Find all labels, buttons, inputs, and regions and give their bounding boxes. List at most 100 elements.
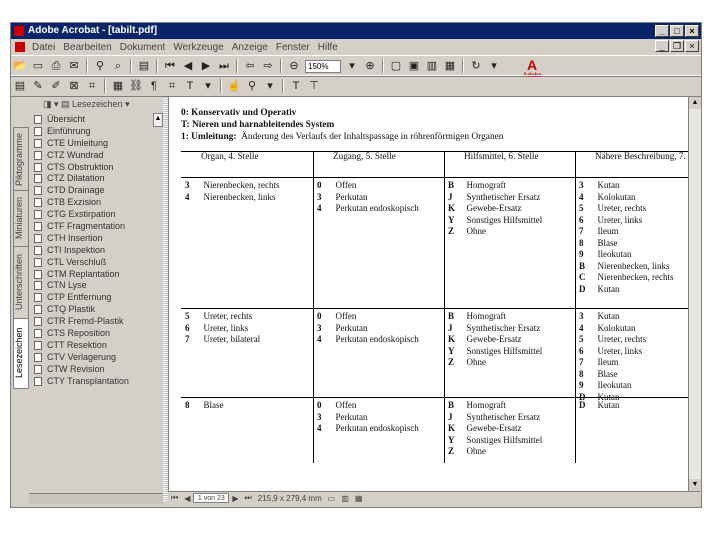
menu-bearbeiten[interactable]: Bearbeiten: [59, 42, 115, 53]
bookmark-item[interactable]: CTL Verschluß: [31, 256, 161, 268]
next-page-icon[interactable]: ▶: [199, 59, 213, 73]
bookmark-tools-icon[interactable]: ◨ ▾ ▤: [43, 99, 72, 109]
page-first-icon[interactable]: ⏮: [168, 493, 181, 503]
first-page-icon[interactable]: ⏮: [163, 59, 177, 73]
bookmark-item[interactable]: CTQ Plastik: [31, 303, 161, 315]
actual-size-icon[interactable]: ▢: [389, 59, 403, 73]
movie-icon[interactable]: ⌗: [165, 79, 179, 93]
tab-lesezeichen[interactable]: Lesezeichen: [13, 317, 29, 389]
pencil-icon[interactable]: ✎: [31, 79, 45, 93]
bookmark-item[interactable]: CTB Exzision: [31, 196, 161, 208]
show-hide-nav-icon[interactable]: ▤: [137, 59, 151, 73]
article-icon[interactable]: ¶: [147, 79, 161, 93]
bookmark-item[interactable]: CTP Entfernung: [31, 291, 161, 303]
menu-fenster[interactable]: Fenster: [272, 42, 314, 53]
tab-miniaturen[interactable]: Miniaturen: [13, 189, 29, 247]
last-page-icon[interactable]: ⏭: [217, 59, 231, 73]
table-entry: B Nierenbecken, links: [579, 261, 673, 273]
bookmark-item[interactable]: CTW Revision: [31, 363, 161, 375]
menu-anzeige[interactable]: Anzeige: [228, 42, 272, 53]
page-prev-icon[interactable]: ◀: [181, 494, 193, 503]
tab-piktogramme[interactable]: Piktogramme: [13, 127, 29, 191]
hand-tool-icon[interactable]: ☝: [227, 79, 241, 93]
close-button[interactable]: ×: [685, 25, 699, 37]
annotation-icon[interactable]: ▤: [13, 79, 27, 93]
facing-icon[interactable]: ▦: [352, 494, 366, 503]
bookmark-item[interactable]: CTZ Wundrad: [31, 149, 161, 161]
menu-dokument[interactable]: Dokument: [116, 42, 170, 53]
rotate-icon[interactable]: ↻: [469, 59, 483, 73]
document-icon[interactable]: [15, 42, 25, 52]
bookmark-item[interactable]: Übersicht: [31, 113, 161, 125]
zoom-in-icon[interactable]: ⊕: [363, 59, 377, 73]
find-icon[interactable]: ⌕: [111, 59, 125, 73]
maximize-button[interactable]: □: [670, 25, 684, 37]
bookmark-item[interactable]: CTD Drainage: [31, 184, 161, 196]
menu-datei[interactable]: Datei: [28, 42, 59, 53]
menu-werkzeuge[interactable]: Werkzeuge: [169, 42, 227, 53]
bookmark-item[interactable]: CTH Insertion: [31, 232, 161, 244]
go-forward-icon[interactable]: ⇨: [261, 59, 275, 73]
bookmark-item[interactable]: CTN Lyse: [31, 279, 161, 291]
entry-text: Ohne: [462, 226, 487, 236]
text-dropdown-icon[interactable]: ▾: [201, 79, 215, 93]
page-next-icon[interactable]: ▶: [229, 494, 241, 503]
print-icon[interactable]: ⎙: [49, 59, 63, 73]
markup-icon[interactable]: ⊠: [67, 79, 81, 93]
bookmark-item[interactable]: CTS Reposition: [31, 327, 161, 339]
bookmark-item[interactable]: CTF Fragmentation: [31, 220, 161, 232]
bookmark-item[interactable]: CTV Verlagerung: [31, 351, 161, 363]
open-icon[interactable]: 📂: [13, 59, 27, 73]
go-back-icon[interactable]: ⇦: [243, 59, 257, 73]
fit-visible-icon[interactable]: ▦: [443, 59, 457, 73]
bookmark-item[interactable]: CTI Inspektion: [31, 244, 161, 256]
doc-minimize-button[interactable]: _: [655, 40, 669, 52]
crop-icon[interactable]: ⌗: [85, 79, 99, 93]
entry-code: 3: [185, 180, 190, 190]
save-icon[interactable]: ▭: [31, 59, 45, 73]
document-vertical-scrollbar[interactable]: ▲ ▼: [688, 97, 701, 491]
prev-page-icon[interactable]: ◀: [181, 59, 195, 73]
link-icon[interactable]: ⛓: [129, 79, 143, 93]
zoom-out-icon[interactable]: ⊖: [287, 59, 301, 73]
bookmark-item[interactable]: CTZ Dilatation: [31, 172, 161, 184]
zoom-tool-dropdown-icon[interactable]: ▾: [263, 79, 277, 93]
bookmarks-header[interactable]: ◨ ▾ ▤ Lesezeichen ▾: [29, 97, 163, 111]
zoom-tool-icon[interactable]: ⚲: [245, 79, 259, 93]
bookmark-scroll-up[interactable]: ▲: [153, 113, 163, 127]
form-icon[interactable]: ▦: [111, 79, 125, 93]
zoom-dropdown-icon[interactable]: ▾: [345, 59, 359, 73]
bookmarks-menu-label[interactable]: Lesezeichen: [72, 99, 123, 109]
bookmark-item[interactable]: CTE Umleitung: [31, 137, 161, 149]
fit-width-icon[interactable]: ▥: [425, 59, 439, 73]
bookmark-item[interactable]: CTG Exstirpation: [31, 208, 161, 220]
text-select-icon[interactable]: T: [183, 79, 197, 93]
email-icon[interactable]: ✉: [67, 59, 81, 73]
single-page-icon[interactable]: ▭: [325, 494, 339, 503]
bookmark-item[interactable]: CTT Resektion: [31, 339, 161, 351]
bookmark-item[interactable]: Einführung: [31, 125, 161, 137]
bookmark-item[interactable]: CTY Transplantation: [31, 375, 161, 387]
search-icon[interactable]: ⚲: [93, 59, 107, 73]
bookmark-item[interactable]: CTR Fremd-Plastik: [31, 315, 161, 327]
menu-hilfe[interactable]: Hilfe: [314, 42, 342, 53]
scroll-up-arrow[interactable]: ▲: [689, 97, 701, 109]
zoom-field[interactable]: 150%: [305, 59, 341, 73]
doc-restore-button[interactable]: ❐: [670, 40, 684, 52]
page-number-field[interactable]: 1 von 23: [193, 493, 230, 503]
continuous-icon[interactable]: ▥: [338, 494, 352, 503]
tab-unterschriften[interactable]: Unterschriften: [13, 245, 29, 319]
bookmark-item[interactable]: CTS Obstruktion: [31, 161, 161, 173]
rotate-dropdown-icon[interactable]: ▾: [487, 59, 501, 73]
bookmark-item[interactable]: CTM Replantation: [31, 268, 161, 280]
page-last-icon[interactable]: ⏭: [242, 493, 255, 503]
doc-close-button[interactable]: ×: [685, 40, 699, 52]
object-touchup-icon[interactable]: ⊤: [307, 79, 321, 93]
minimize-button[interactable]: _: [655, 25, 669, 37]
entry-text: Ileokutan: [593, 380, 632, 390]
scroll-down-arrow[interactable]: ▼: [689, 479, 701, 491]
text-touchup-icon[interactable]: T: [289, 79, 303, 93]
highlight-icon[interactable]: ✐: [49, 79, 63, 93]
fit-page-icon[interactable]: ▣: [407, 59, 421, 73]
bookmarks-horizontal-scrollbar[interactable]: [29, 493, 163, 504]
